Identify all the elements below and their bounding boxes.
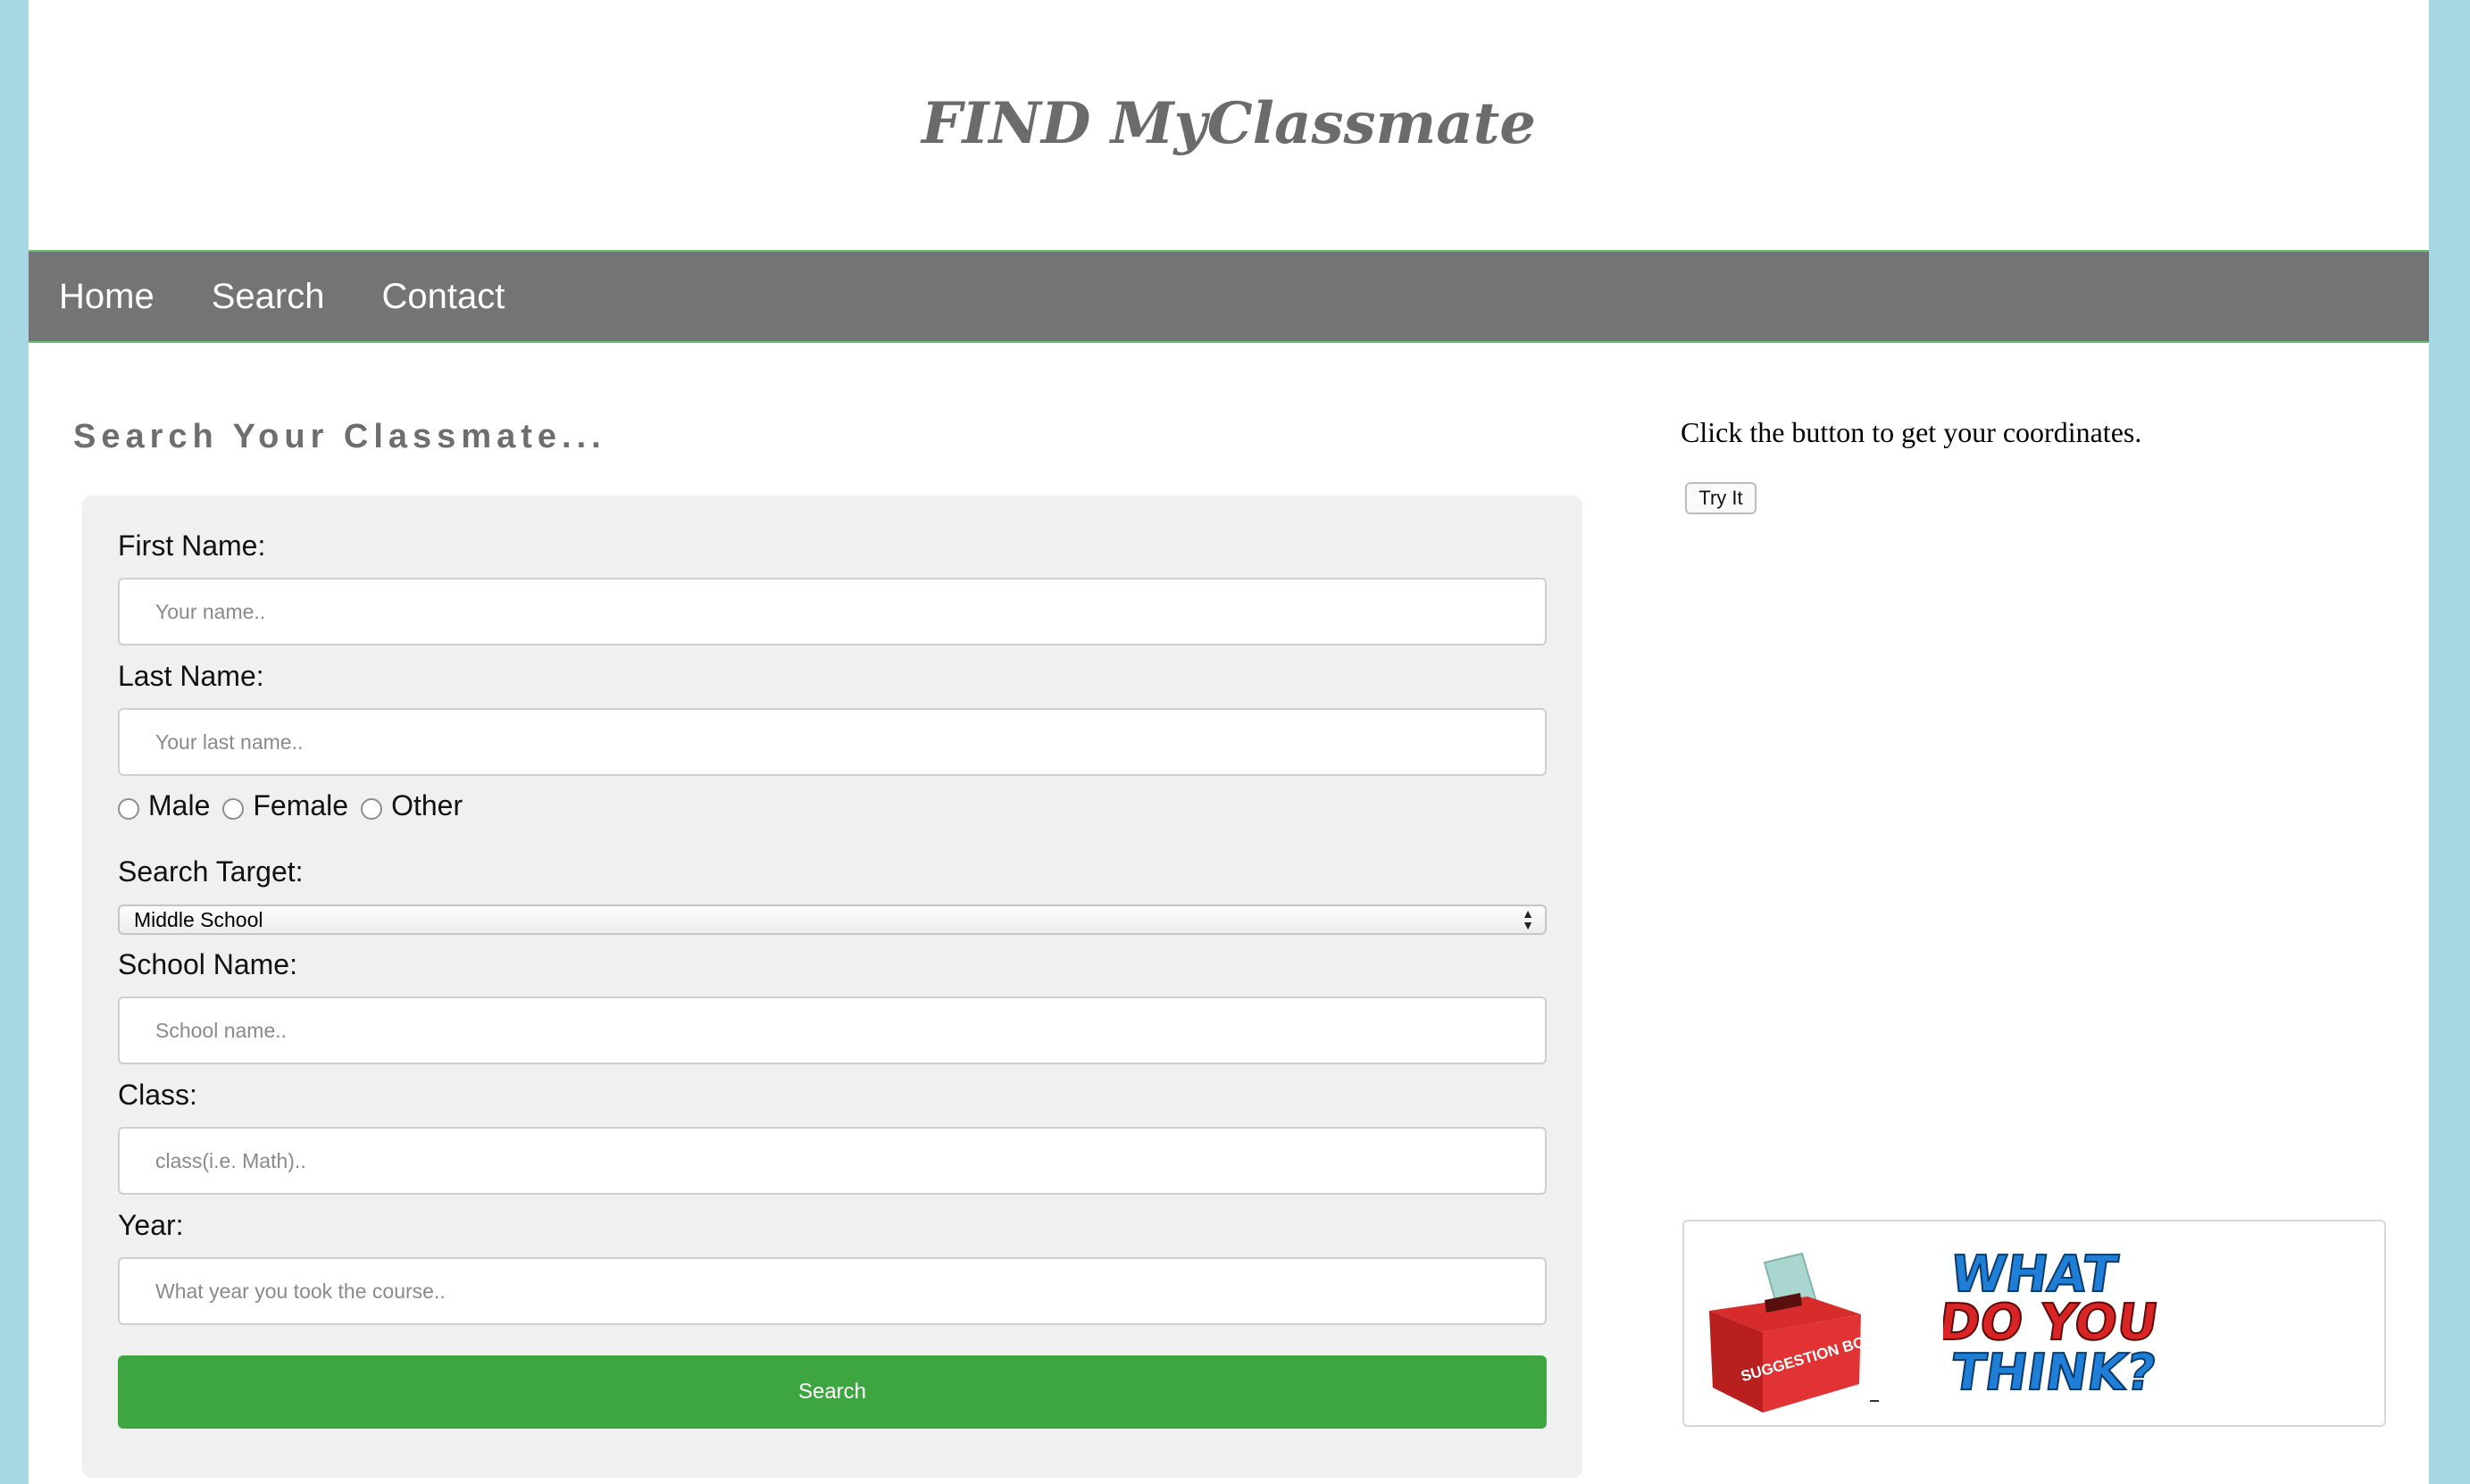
nav-search[interactable]: Search bbox=[212, 277, 325, 317]
class-input[interactable] bbox=[118, 1127, 1547, 1195]
select-arrows-icon: ▲ ▼ bbox=[1522, 906, 1534, 932]
suggestion-box-image[interactable]: SUGGESTION BOX bbox=[1702, 1238, 1881, 1416]
suggestion-link-underscore[interactable] bbox=[1870, 1400, 1879, 1402]
do-you-line: DO YOU bbox=[1943, 1294, 2162, 1352]
gender-female-radio[interactable] bbox=[222, 797, 245, 820]
header: FIND MyClassmate bbox=[29, 2, 2429, 248]
search-button[interactable]: Search bbox=[118, 1355, 1547, 1429]
try-it-button[interactable]: Try It bbox=[1685, 482, 1757, 514]
gender-male-label: Male bbox=[148, 789, 211, 821]
first-name-input[interactable] bbox=[118, 578, 1547, 646]
first-name-label: First Name: bbox=[118, 529, 266, 562]
what-do-you-think-image[interactable]: WHAT DO YOU THINK? bbox=[1943, 1241, 2229, 1411]
gender-female-label: Female bbox=[253, 789, 349, 821]
coordinates-prompt: Click the button to get your coordinates… bbox=[1681, 416, 2142, 448]
page: FIND MyClassmate Home Search Contact Sea… bbox=[29, 0, 2429, 1484]
search-target-value: Middle School bbox=[134, 907, 263, 931]
gender-other-radio[interactable] bbox=[361, 797, 383, 820]
suggestion-card[interactable]: SUGGESTION BOX WHAT DO YOU THINK? bbox=[1682, 1220, 2386, 1427]
search-target-label: Search Target: bbox=[118, 855, 304, 888]
gender-other-label: Other bbox=[391, 789, 463, 821]
last-name-input[interactable] bbox=[118, 708, 1547, 776]
site-title: FIND MyClassmate bbox=[922, 89, 1536, 157]
class-label: Class: bbox=[118, 1079, 197, 1111]
school-name-label: School Name: bbox=[118, 948, 297, 980]
year-input[interactable] bbox=[118, 1257, 1547, 1325]
nav-contact[interactable]: Contact bbox=[381, 277, 505, 317]
school-name-input[interactable] bbox=[118, 996, 1547, 1064]
search-target-select[interactable]: Middle School ▲ ▼ bbox=[118, 905, 1547, 935]
last-name-label: Last Name: bbox=[118, 660, 264, 692]
nav-home[interactable]: Home bbox=[59, 277, 154, 317]
think-line: THINK? bbox=[1948, 1344, 2160, 1402]
navbar: Home Search Contact bbox=[29, 250, 2429, 343]
gender-radio-group: Male Female Other bbox=[118, 789, 475, 822]
gender-male-radio[interactable] bbox=[118, 797, 139, 820]
section-heading: Search Your Classmate... bbox=[73, 418, 606, 455]
year-label: Year: bbox=[118, 1209, 184, 1241]
